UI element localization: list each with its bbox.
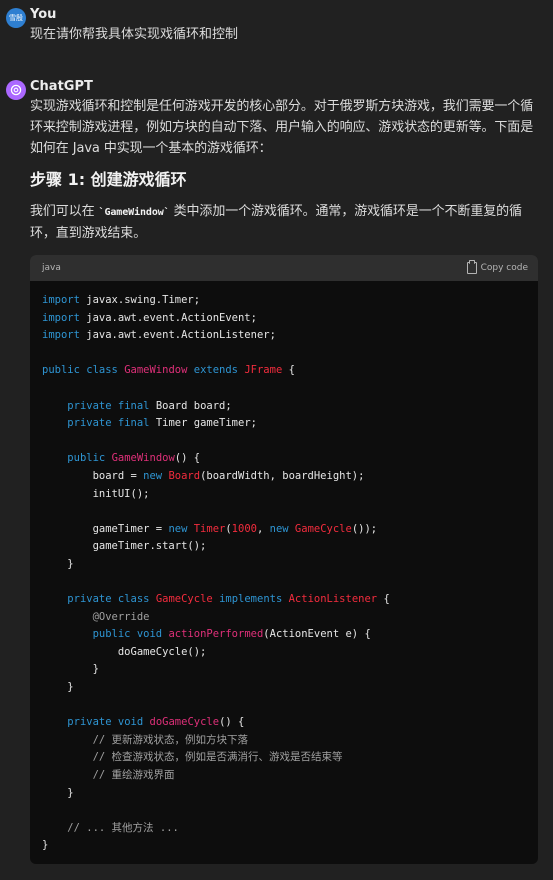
user-message-text: 现在请你帮我具体实现戏循环和控制: [30, 27, 239, 42]
clipboard-icon: [466, 260, 477, 274]
copy-code-label: Copy code: [480, 263, 528, 273]
code-line: board = new Board(boardWidth, boardHeigh…: [42, 469, 365, 482]
code-line: }: [42, 786, 74, 799]
code-line: gameTimer.start();: [42, 540, 207, 553]
user-message: 雪殷 You 现在请你帮我具体实现戏循环和控制: [6, 6, 537, 45]
code-line: private class GameCycle implements Actio…: [67, 593, 390, 606]
step-heading: 步骤 1: 创建游戏循环: [30, 170, 187, 189]
code-language-label: java: [42, 263, 61, 273]
code-line: import java.awt.event.ActionEvent;: [42, 311, 257, 324]
user-avatar: 雪殷: [6, 8, 26, 28]
code-content: import javax.swing.Timer; import java.aw…: [30, 281, 538, 864]
code-line: @Override: [92, 610, 150, 623]
openai-knot-icon: [10, 84, 22, 96]
assistant-intro-text: 实现游戏循环和控制是任何游戏开发的核心部分。对于俄罗斯方块游戏，我们需要一个循环…: [30, 99, 534, 156]
code-line: import javax.swing.Timer;: [42, 294, 201, 306]
code-line: private final Timer gameTimer;: [67, 417, 257, 430]
code-line: }: [42, 663, 99, 676]
code-line: }: [42, 681, 74, 694]
code-line: }: [42, 839, 49, 852]
code-line: public GameWindow() {: [67, 452, 201, 465]
copy-code-button[interactable]: Copy code: [466, 260, 528, 274]
code-line: doGameCycle();: [42, 645, 207, 658]
code-line: private void doGameCycle() {: [67, 716, 245, 729]
user-avatar-text: 雪殷: [9, 14, 23, 22]
code-line: public void actionPerformed(ActionEvent …: [92, 628, 371, 641]
code-line: // 重绘游戏界面: [92, 769, 175, 782]
code-block: java Copy code import javax.swing.Timer;…: [30, 255, 538, 864]
code-line: import java.awt.event.ActionListener;: [42, 329, 276, 342]
assistant-message: ChatGPT 实现游戏循环和控制是任何游戏开发的核心部分。对于俄罗斯方块游戏，…: [6, 78, 537, 254]
chatgpt-logo-icon: [6, 80, 26, 100]
step-description: 我们可以在 `GameWindow` 类中添加一个游戏循环。通常，游戏循环是一个…: [30, 201, 537, 244]
step-text-before: 我们可以在: [30, 204, 99, 219]
code-line: // 更新游戏状态，例如方块下落: [92, 733, 249, 746]
code-line: gameTimer = new Timer(1000, new GameCycl…: [42, 522, 378, 535]
inline-code-gamewindow: `GameWindow`: [98, 207, 170, 218]
assistant-author-name: ChatGPT: [30, 79, 93, 94]
code-line: }: [42, 557, 74, 570]
code-line: public class GameWindow extends JFrame {: [42, 364, 295, 377]
code-line: initUI();: [42, 487, 150, 500]
code-block-header: java Copy code: [30, 255, 538, 281]
user-author-name: You: [30, 7, 57, 22]
code-line: // ... 其他方法 ...: [67, 821, 179, 834]
code-line: // 检查游戏状态，例如是否满消行、游戏是否结束等: [92, 751, 343, 764]
code-line: private final Board board;: [67, 399, 232, 412]
